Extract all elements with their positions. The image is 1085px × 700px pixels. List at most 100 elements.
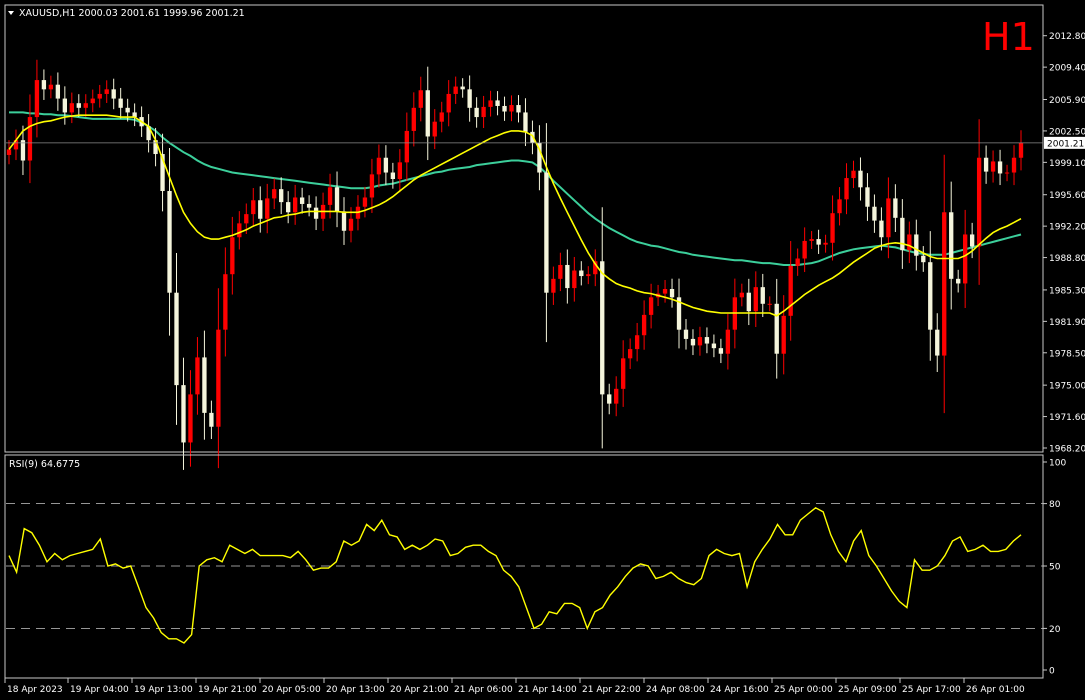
candle-body [600,261,605,395]
price-chart[interactable]: 2012.80 2009.40 2005.90 2002.50 1999.10 1995.… [0,0,1085,700]
candle-body [495,100,500,106]
candle-body [746,292,751,312]
candle-body [753,287,758,312]
candle-body [697,337,703,346]
candle-body [963,234,968,284]
time-tick-label: 20 Apr 05:00 [262,685,321,695]
price-tick-label: 2002.50 [1049,127,1085,137]
candle-body [718,348,724,354]
candle-body [265,198,270,219]
candle-body [942,212,947,356]
candle-body [921,255,926,263]
candle-body [1011,157,1017,173]
candle-body [425,90,430,137]
candle-body [376,157,382,175]
candle-body [830,213,835,243]
candle-body [341,211,347,231]
candle-body [348,218,354,231]
candle-body [258,200,263,219]
candle-body [299,197,305,204]
time-tick-label: 18 Apr 2023 [7,685,63,695]
candle-body [474,107,479,118]
time-tick-label: 25 Apr 17:00 [902,685,961,695]
candle-body [292,197,298,213]
candle-body [223,274,228,330]
rsi-tick-label: 50 [1049,563,1061,573]
candle-body [481,106,486,118]
candle-body [990,161,996,172]
candle-body [1004,172,1010,174]
candle-body [781,315,786,354]
candle-body [725,329,731,354]
candle-body [306,203,312,208]
rsi-tick-label: 20 [1049,625,1061,635]
candle-body [41,80,47,90]
candle-body [935,329,940,356]
price-tick-label: 2009.40 [1049,64,1085,74]
candle-body [907,234,912,251]
candle-body [607,394,612,404]
candle-body [509,105,514,112]
candle-body [167,191,172,293]
candle-body [286,202,291,213]
candle-body [467,89,472,108]
candle-body [523,112,528,132]
candle-body [216,329,221,427]
candle-body [690,338,696,346]
price-tick-label: 1968.20 [1049,445,1085,455]
candle-body [55,84,61,99]
candle-body [621,358,626,389]
candle-body [774,303,779,354]
candle-body [565,264,570,289]
rsi-title: RSI(9) 64.6775 [9,459,80,470]
candle-body [334,187,340,212]
candle-body [1018,142,1024,158]
candle-body [865,187,870,207]
price-tick-label: 1981.90 [1049,318,1085,328]
candle-body [453,86,458,94]
candle-body [956,278,961,284]
candle-body [641,314,647,336]
candle-body [949,212,954,279]
candle-body [837,199,842,214]
candle-body [739,292,744,298]
candle-body [976,157,982,247]
candle-body [97,93,102,99]
candle-body [83,103,88,108]
price-tick-label: 2005.90 [1049,96,1085,106]
time-tick-label: 26 Apr 01:00 [966,685,1025,695]
candle-body [48,84,54,90]
candle-body [760,287,765,304]
candle-body [397,162,403,179]
time-tick-label: 21 Apr 14:00 [518,685,577,695]
candle-body [439,112,444,122]
price-tick-label: 1978.50 [1049,349,1085,359]
candle-body [237,223,242,238]
candle-body [969,234,975,247]
candle-body [767,303,772,305]
candle-body [997,161,1003,174]
candle-body [872,206,877,221]
candle-body [627,349,633,359]
candle-body [446,93,451,113]
candle-body [111,89,116,99]
candle-body [704,337,710,344]
candle-body [272,189,277,199]
symbol-info: XAUUSD,H1 2000.03 2001.61 1999.96 2001.2… [19,8,245,19]
candle-body [900,217,905,251]
time-tick-label: 19 Apr 04:00 [70,685,129,695]
price-tick-label: 1985.30 [1049,286,1085,296]
candle-body [809,239,814,241]
candle-body [983,157,989,172]
candle-body [558,264,563,279]
candle-body [230,237,235,275]
candle-body [69,103,74,113]
candle-body [279,189,284,203]
candle-body [174,292,179,386]
candle-body [327,187,333,205]
price-tick-label: 1975.00 [1049,382,1085,392]
candle-body [411,107,416,131]
candle-body [579,270,584,277]
rsi-tick-label: 100 [1049,459,1066,469]
chart-background [0,0,1085,700]
